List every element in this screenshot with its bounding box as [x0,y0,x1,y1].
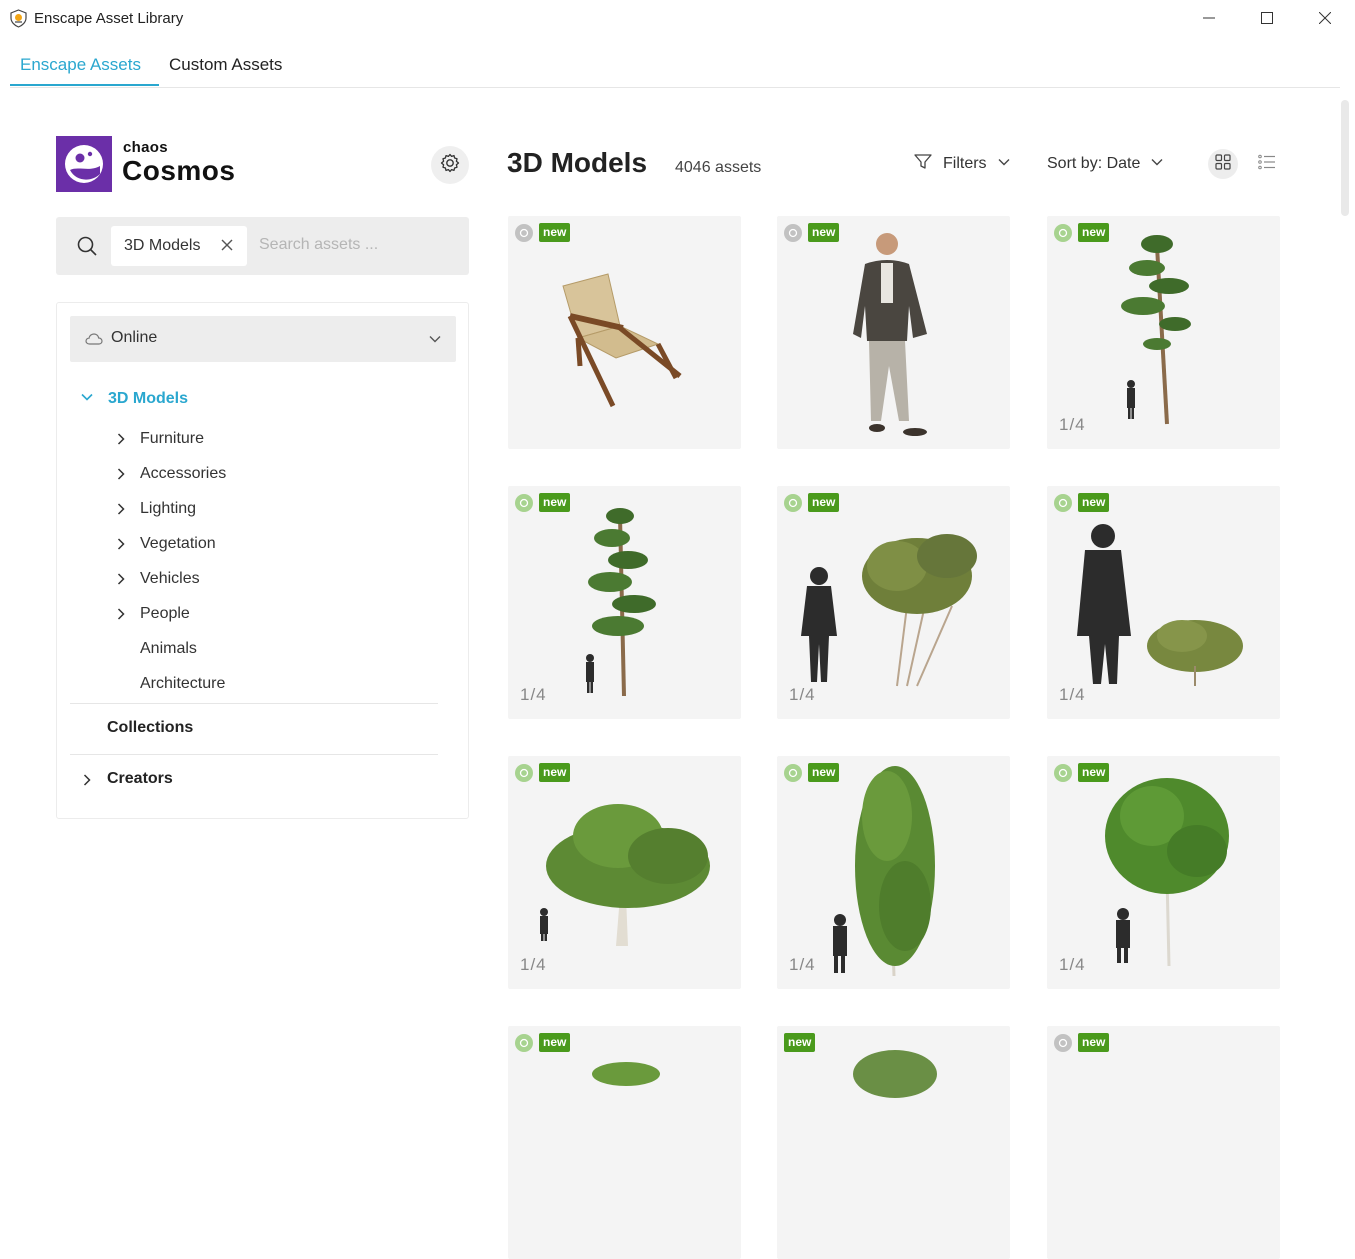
filters-button[interactable]: Filters [913,152,1011,176]
search-input[interactable]: Search assets ... [259,236,378,254]
sort-label: Sort by: Date [1047,155,1141,172]
collections-link[interactable]: Collections [107,719,193,737]
bush-thumbnail [592,1062,660,1086]
chevron-right-icon [113,431,135,447]
tree-item-animals[interactable]: Animals [113,637,197,661]
asset-card[interactable]: new 1/4 [1047,756,1280,989]
category-panel: Online 3D Models Furniture Accessories L… [56,302,469,819]
tree-item-label: Lighting [140,500,197,517]
page-title: 3D Models [507,147,648,178]
search-icon[interactable] [76,235,98,262]
man-thumbnail [853,233,927,436]
search-filter-chip: 3D Models [111,226,247,266]
chevron-down-icon [1150,155,1164,174]
divider [70,703,438,704]
asset-count: 4046 assets [675,159,762,176]
source-selected: Online [111,329,158,346]
chevron-right-icon [113,606,135,622]
enscape-app-icon [9,9,28,28]
brand-cosmos: Cosmos [122,155,236,186]
chevron-down-icon [997,155,1011,174]
window-title: Enscape Asset Library [34,10,184,27]
tab-custom-assets[interactable]: Custom Assets [169,55,282,87]
filter-icon [913,153,933,176]
tree-item-accessories[interactable]: Accessories [113,462,226,486]
new-badge: new [1078,1033,1110,1052]
grid-view-button[interactable] [1208,149,1238,179]
asset-card[interactable]: new [777,216,1010,449]
tab-enscape-assets[interactable]: Enscape Assets [20,55,141,87]
asset-card[interactable]: new [1047,1026,1280,1259]
list-icon [1258,154,1276,175]
chevron-down-icon [79,389,95,410]
chevron-right-icon [113,571,135,587]
tree-item-lighting[interactable]: Lighting [113,497,196,521]
tree-item-label: Vehicles [140,570,200,587]
variant-counter: 1/4 [789,685,816,704]
remove-chip-icon[interactable] [219,237,235,258]
active-tab-indicator [10,84,159,86]
settings-button[interactable] [431,146,469,184]
variant-counter: 1/4 [1059,685,1086,704]
asset-card[interactable]: new 1/4 [777,756,1010,989]
tree-item-label: Furniture [140,430,205,447]
tree-item-label: Architecture [140,675,226,692]
tab-bar: Enscape Assets Custom Assets [10,50,1340,88]
source-icon [1054,1034,1072,1052]
chip-label: 3D Models [124,237,201,254]
chevron-right-icon [113,536,135,552]
filters-label: Filters [943,155,987,172]
round-bush-thumbnail [853,1050,937,1098]
chevron-down-icon [428,332,442,351]
close-button[interactable] [1296,0,1354,36]
tree-root-3d-models[interactable]: 3D Models [79,387,188,411]
chevron-right-icon [113,466,135,482]
asset-card[interactable]: new 1/4 [508,756,741,989]
tree-item-vehicles[interactable]: Vehicles [113,567,200,591]
divider [70,754,438,755]
gear-icon [439,152,461,179]
creators-link[interactable]: Creators [107,770,173,788]
list-view-button[interactable] [1252,149,1282,179]
asset-card[interactable]: new 1/4 [1047,486,1280,719]
title-bar: Enscape Asset Library [0,0,1355,36]
asset-card[interactable]: new [508,216,741,449]
asset-card[interactable]: new 1/4 [777,486,1010,719]
minimize-button[interactable] [1180,0,1238,36]
variant-counter: 1/4 [789,955,816,974]
tree-item-vegetation[interactable]: Vegetation [113,532,216,556]
search-bar: 3D Models Search assets ... [56,217,469,275]
tree-item-label: People [140,605,190,622]
asset-card[interactable]: new 1/4 [508,486,741,719]
grid-icon [1215,153,1231,175]
tree-item-label: Accessories [140,465,227,482]
cloud-icon [85,332,103,351]
tree-item-architecture[interactable]: Architecture [113,672,225,696]
vertical-scrollbar[interactable] [1341,100,1349,216]
chevron-right-icon [113,501,135,517]
variant-counter: 1/4 [520,685,547,704]
tree-item-furniture[interactable]: Furniture [113,427,204,451]
variant-counter: 1/4 [520,955,547,974]
tree-item-label: Vegetation [140,535,216,552]
asset-card[interactable]: new [508,1026,741,1259]
source-dropdown[interactable]: Online [70,316,456,362]
asset-card[interactable]: new 1/4 [1047,216,1280,449]
variant-counter: 1/4 [1059,415,1086,434]
tree-root-label: 3D Models [108,390,189,407]
chevron-right-icon[interactable] [79,772,95,793]
sort-dropdown[interactable]: Sort by: Date [1047,152,1164,176]
variant-counter: 1/4 [1059,955,1086,974]
cosmos-logo-icon [56,136,112,192]
brand-chaos: chaos [123,139,168,156]
chair-thumbnail [562,273,682,408]
maximize-button[interactable] [1238,0,1296,36]
tree-item-people[interactable]: People [113,602,190,626]
asset-card[interactable]: new [777,1026,1010,1259]
tree-item-label: Animals [140,640,197,657]
